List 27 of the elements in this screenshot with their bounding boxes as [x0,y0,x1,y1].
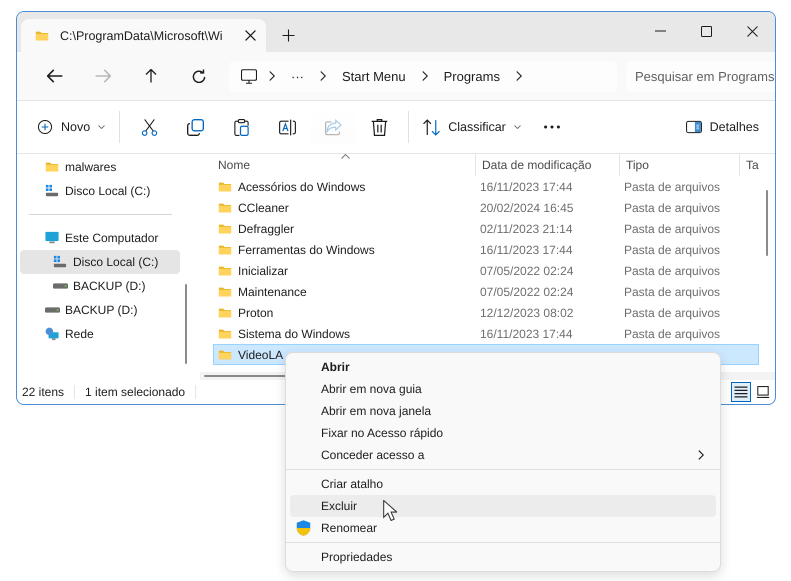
file-name: Acessórios do Windows [238,180,366,194]
modified-date: 07/05/2022 02:24 [479,264,574,278]
file-name: Defraggler [238,222,294,236]
file-type: Pasta de arquivos [623,306,722,320]
file-name: CCleaner [238,200,289,214]
modified-date: 16/11/2023 17:44 [479,180,574,194]
modified-date: 12/12/2023 08:02 [479,306,574,320]
file-name: Ferramentas do Windows [238,242,375,256]
file-name: Proton [238,306,274,320]
file-type: Pasta de arquivos [623,180,722,194]
file-name: Inicializar [238,264,288,278]
file-type: Pasta de arquivos [623,222,722,236]
file-type: Pasta de arquivos [623,200,722,214]
modified-date: 07/05/2022 02:24 [479,284,574,298]
file-type: Pasta de arquivos [623,264,722,278]
modified-date: 02/11/2023 21:14 [479,222,574,236]
file-name: VideoLA [238,348,284,362]
file-type: Pasta de arquivos [623,242,722,256]
file-type: Pasta de arquivos [623,326,722,340]
file-name: Sistema do Windows [238,326,350,340]
selection-count: 1 item selecionado [85,385,186,399]
modified-date: 20/02/2024 16:45 [479,200,574,214]
modified-date: 16/11/2023 17:44 [479,242,574,256]
modified-date: 16/11/2023 17:44 [479,326,574,340]
file-type: Pasta de arquivos [623,284,722,298]
item-count: 22 itens [22,385,66,399]
file-name: Maintenance [238,284,307,298]
